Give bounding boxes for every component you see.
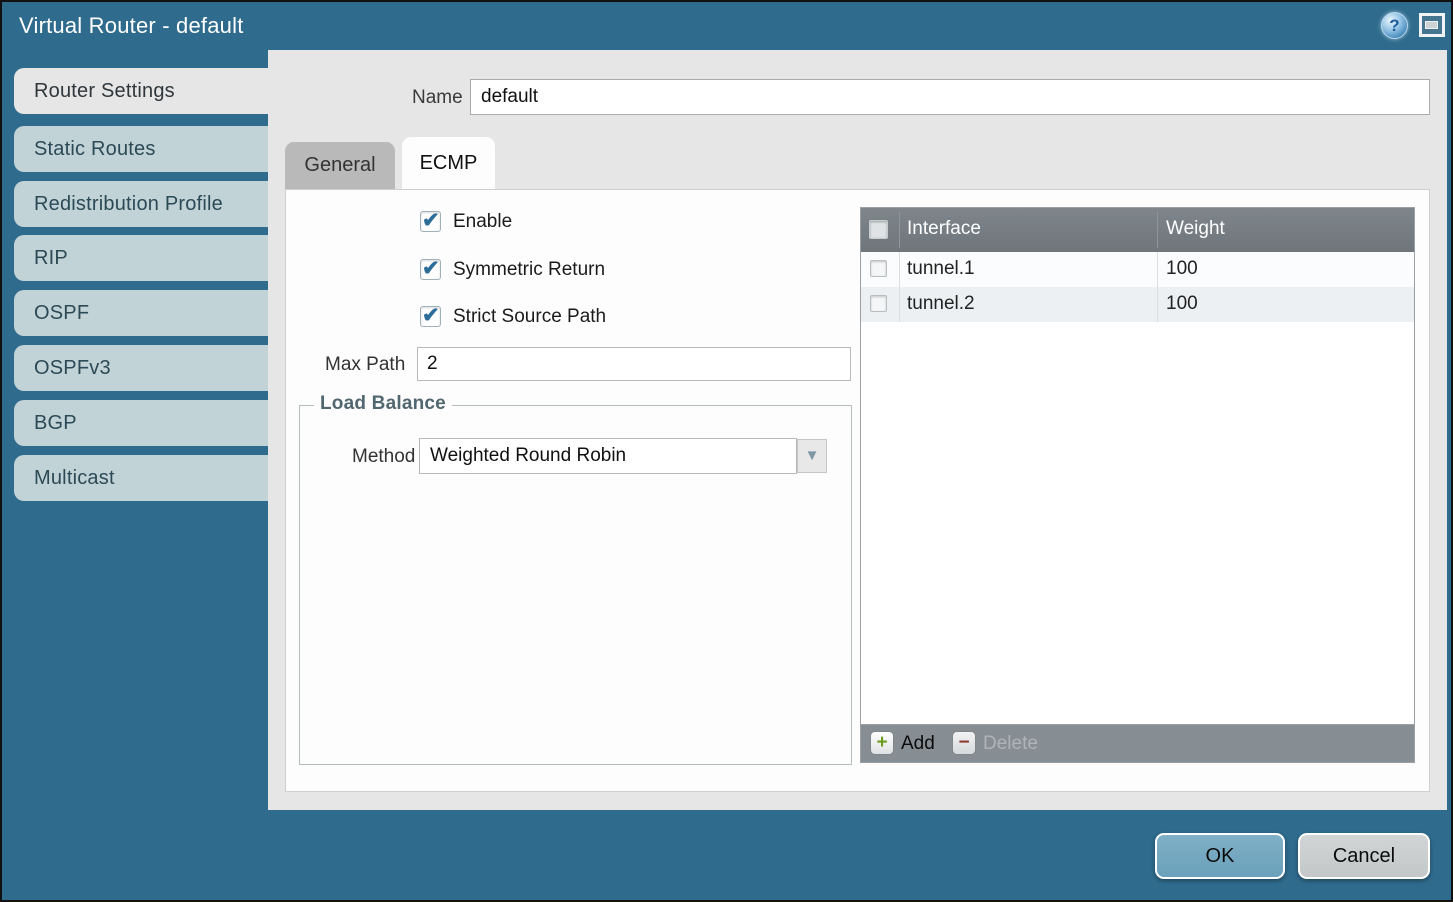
load-balance-group: Load Balance Method Weighted Round Robin… (299, 405, 852, 765)
column-header-weight[interactable]: Weight (1166, 218, 1225, 240)
name-label: Name (412, 87, 463, 109)
popout-icon[interactable] (1419, 13, 1445, 37)
cell-weight: 100 (1166, 293, 1198, 315)
symmetric-return-checkbox[interactable] (420, 259, 441, 280)
tab-ecmp[interactable]: ECMP (402, 137, 495, 189)
row-separator (1157, 287, 1158, 322)
sidebar-item-multicast[interactable]: Multicast (14, 455, 268, 501)
row-separator (899, 252, 900, 287)
sidebar-item-ospfv3[interactable]: OSPFv3 (14, 345, 268, 391)
cell-weight: 100 (1166, 258, 1198, 280)
table-row[interactable]: tunnel.2 100 (861, 287, 1414, 322)
chevron-down-icon: ▼ (798, 440, 826, 472)
dialog-title: Virtual Router - default (19, 13, 244, 39)
max-path-input[interactable] (417, 347, 851, 381)
method-dropdown-button[interactable]: ▼ (797, 439, 827, 473)
sidebar-item-rip[interactable]: RIP (14, 235, 268, 281)
minus-icon: − (952, 731, 976, 755)
cell-interface: tunnel.2 (907, 293, 975, 315)
cancel-button[interactable]: Cancel (1298, 833, 1430, 879)
max-path-label: Max Path (325, 354, 405, 376)
method-label: Method (352, 446, 415, 468)
enable-checkbox[interactable] (420, 211, 441, 232)
sidebar-item-ospf[interactable]: OSPF (14, 290, 268, 336)
header-separator (899, 212, 900, 248)
sidebar-item-bgp[interactable]: BGP (14, 400, 268, 446)
select-all-checkbox[interactable] (869, 220, 888, 239)
enable-label: Enable (453, 211, 512, 233)
delete-button-label: Delete (983, 733, 1038, 755)
ok-button[interactable]: OK (1155, 833, 1285, 879)
name-input[interactable] (470, 79, 1430, 115)
help-icon[interactable]: ? (1381, 12, 1408, 39)
popout-icon-inner (1425, 21, 1438, 29)
sidebar-item-redistribution-profile[interactable]: Redistribution Profile (14, 181, 268, 227)
symmetric-return-label: Symmetric Return (453, 259, 605, 281)
interface-table: Interface Weight tunnel.1 100 tunnel.2 (860, 207, 1415, 763)
row-separator (899, 287, 900, 322)
virtual-router-dialog: Virtual Router - default ? Router Settin… (0, 0, 1453, 902)
sidebar-item-static-routes[interactable]: Static Routes (14, 126, 268, 172)
row-checkbox[interactable] (870, 260, 887, 277)
content-area: Name General ECMP Enable Symmetric Retur… (268, 50, 1447, 810)
header-separator (1157, 212, 1158, 248)
strict-source-path-checkbox[interactable] (420, 306, 441, 327)
add-button-label: Add (901, 733, 935, 755)
table-header: Interface Weight (861, 208, 1414, 252)
ecmp-panel: Enable Symmetric Return Strict Source Pa… (285, 189, 1430, 792)
table-toolbar: + Add − Delete (861, 724, 1414, 762)
row-checkbox[interactable] (870, 295, 887, 312)
row-separator (1157, 252, 1158, 287)
load-balance-legend: Load Balance (314, 393, 452, 415)
table-row[interactable]: tunnel.1 100 (861, 252, 1414, 287)
titlebar: Virtual Router - default ? (2, 2, 1451, 50)
strict-source-path-label: Strict Source Path (453, 306, 606, 328)
cell-interface: tunnel.1 (907, 258, 975, 280)
method-dropdown[interactable]: Weighted Round Robin (419, 438, 797, 474)
plus-icon: + (870, 731, 894, 755)
sidebar-item-router-settings[interactable]: Router Settings (14, 68, 268, 114)
tab-general[interactable]: General (285, 142, 395, 189)
column-header-interface[interactable]: Interface (907, 218, 981, 240)
